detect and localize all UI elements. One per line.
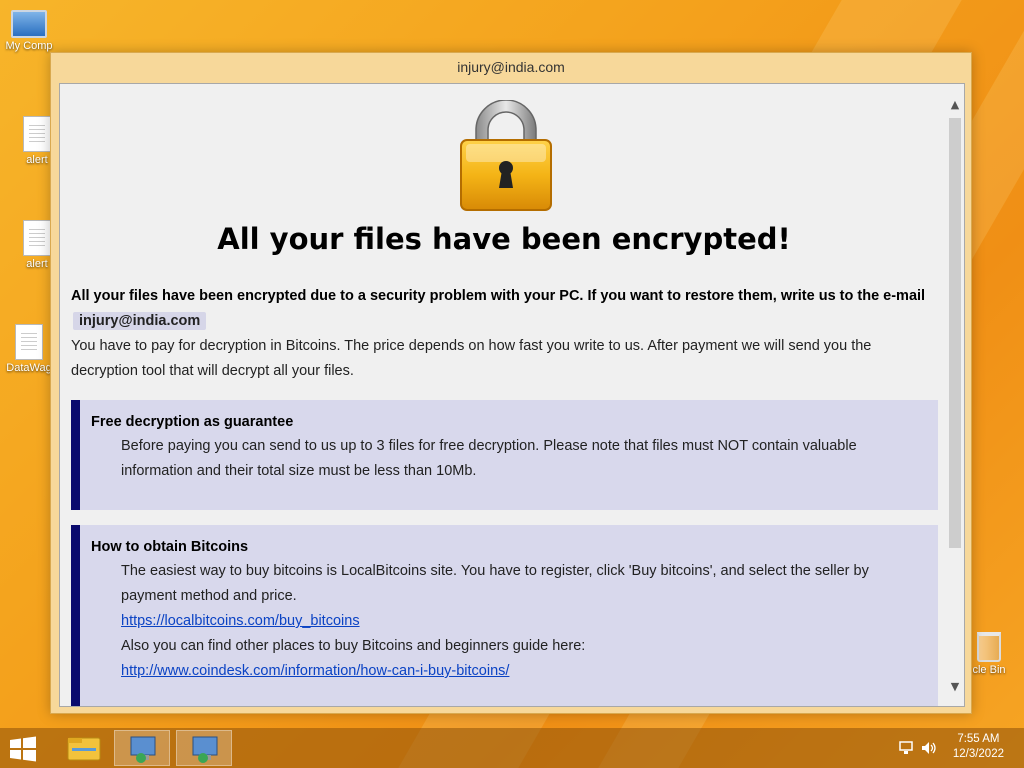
setup-app-icon — [130, 736, 156, 763]
section-title: How to obtain Bitcoins — [91, 539, 249, 555]
file-icon — [15, 324, 43, 360]
note-intro: All your files have been encrypted due t… — [71, 284, 941, 384]
vertical-scrollbar[interactable]: ▲ ▼ — [946, 84, 964, 706]
taskbar: 7:55 AM 12/3/2022 — [0, 728, 1024, 768]
scrollbar-thumb[interactable] — [949, 118, 961, 548]
window-title: injury@india.com — [457, 59, 565, 75]
padlock-icon — [460, 100, 552, 211]
text-file-icon — [23, 116, 51, 152]
note-heading: All your files have been encrypted! — [217, 222, 791, 256]
clock-time: 7:55 AM — [957, 733, 1000, 745]
intro-payment-text: You have to pay for decryption in Bitcoi… — [71, 338, 872, 379]
scroll-up-icon[interactable]: ▲ — [946, 96, 964, 114]
localbitcoins-link[interactable]: https://localbitcoins.com/buy_bitcoins — [121, 609, 938, 634]
file-explorer-icon — [67, 737, 101, 761]
clock-date: 12/3/2022 — [952, 748, 1004, 760]
network-icon[interactable] — [898, 740, 914, 756]
section-text: The easiest way to buy bitcoins is Local… — [121, 563, 869, 604]
desktop-icon-my-computer[interactable]: My Comp — [0, 10, 58, 52]
volume-icon[interactable] — [920, 740, 938, 756]
obtain-bitcoins-box: How to obtain Bitcoins The easiest way t… — [71, 525, 938, 706]
section-text-2: Also you can find other places to buy Bi… — [121, 638, 586, 654]
taskbar-file-explorer[interactable] — [56, 730, 112, 766]
taskbar-app-2[interactable] — [176, 730, 232, 766]
scroll-down-icon[interactable]: ▼ — [946, 678, 964, 696]
intro-bold-text: All your files have been encrypted due t… — [71, 288, 926, 304]
note-content: All your files have been encrypted! All … — [60, 84, 948, 706]
free-decryption-box: Free decryption as guarantee Before payi… — [71, 400, 938, 510]
coindesk-link[interactable]: http://www.coindesk.com/information/how-… — [121, 659, 938, 684]
computer-icon — [11, 10, 47, 38]
contact-email: injury@india.com — [73, 312, 207, 330]
desktop-icon-label: My Comp — [5, 40, 53, 52]
window-client-area: All your files have been encrypted! All … — [59, 83, 965, 707]
recycle-bin-icon — [977, 632, 1001, 662]
text-file-icon — [23, 220, 51, 256]
taskbar-app-1[interactable] — [114, 730, 170, 766]
section-text: Before paying you can send to us up to 3… — [121, 438, 857, 479]
section-title: Free decryption as guarantee — [91, 414, 294, 430]
taskbar-clock[interactable]: 7:55 AM 12/3/2022 — [953, 732, 1004, 762]
setup-app-icon — [192, 736, 218, 763]
ransom-note-window: injury@india.com All your files have bee… — [50, 52, 972, 714]
windows-start-icon[interactable] — [8, 736, 38, 762]
